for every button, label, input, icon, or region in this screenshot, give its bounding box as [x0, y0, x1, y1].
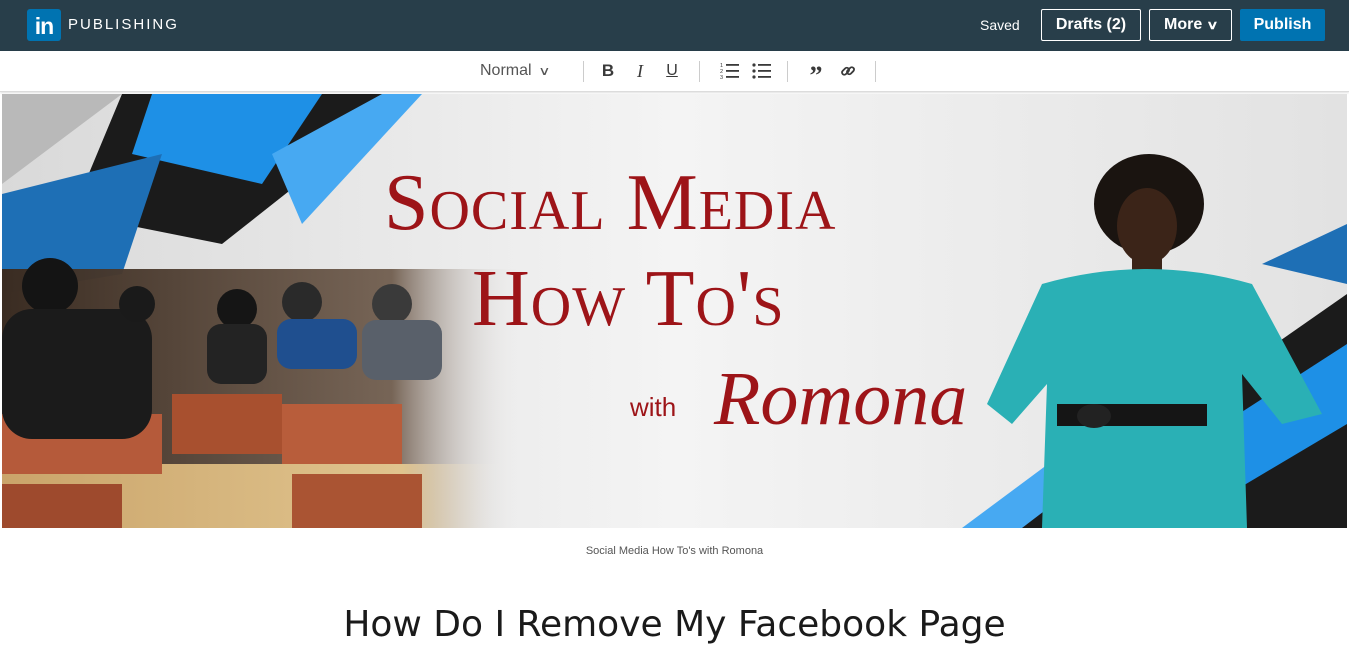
- banner-title-line1: Social Media: [384, 159, 837, 247]
- bulleted-list-button[interactable]: [751, 61, 773, 81]
- underline-button[interactable]: U: [662, 61, 682, 81]
- italic-button[interactable]: I: [630, 61, 650, 81]
- save-status: Saved: [980, 17, 1020, 33]
- drafts-button[interactable]: Drafts (2): [1041, 9, 1141, 41]
- toolbar-divider: [875, 61, 876, 82]
- more-label: More: [1163, 16, 1203, 33]
- banner-title-line2: How To's: [472, 255, 785, 343]
- numbered-list-button[interactable]: 1 2 3: [719, 61, 741, 81]
- image-caption[interactable]: Social Media How To's with Romona: [0, 545, 1349, 557]
- link-icon: [841, 66, 855, 76]
- svg-text:3: 3: [720, 75, 723, 80]
- banner-with-label: with: [630, 392, 677, 422]
- toolbar-divider: [699, 61, 700, 82]
- more-menu-button[interactable]: More ∨: [1149, 9, 1232, 41]
- blockquote-button[interactable]: ”: [806, 61, 826, 90]
- cover-image[interactable]: Social Media How To's with Romona: [2, 94, 1347, 528]
- brand-label: PUBLISHING: [68, 16, 179, 33]
- paragraph-style-select[interactable]: Normal ∨: [480, 61, 562, 81]
- toolbar-divider: [787, 61, 788, 82]
- numbered-list-icon: 1 2 3: [720, 63, 739, 80]
- link-button[interactable]: [838, 61, 858, 81]
- paragraph-style-value: Normal: [480, 62, 532, 79]
- toolbar-divider: [583, 61, 584, 82]
- chevron-down-icon: ∨: [1206, 18, 1219, 32]
- banner-author-name: Romona: [714, 357, 968, 441]
- top-nav-bar: in PUBLISHING Saved Drafts (2) More ∨ Pu…: [0, 0, 1349, 51]
- bulleted-list-icon: [752, 63, 771, 79]
- article-title[interactable]: How Do I Remove My Facebook Page: [0, 604, 1349, 645]
- linkedin-logo-icon[interactable]: in: [27, 9, 61, 41]
- formatting-toolbar: Normal ∨ B I U 1 2 3 ”: [0, 51, 1349, 92]
- chevron-down-icon: ∨: [537, 64, 551, 78]
- publish-button[interactable]: Publish: [1240, 9, 1325, 41]
- bold-button[interactable]: B: [598, 61, 618, 81]
